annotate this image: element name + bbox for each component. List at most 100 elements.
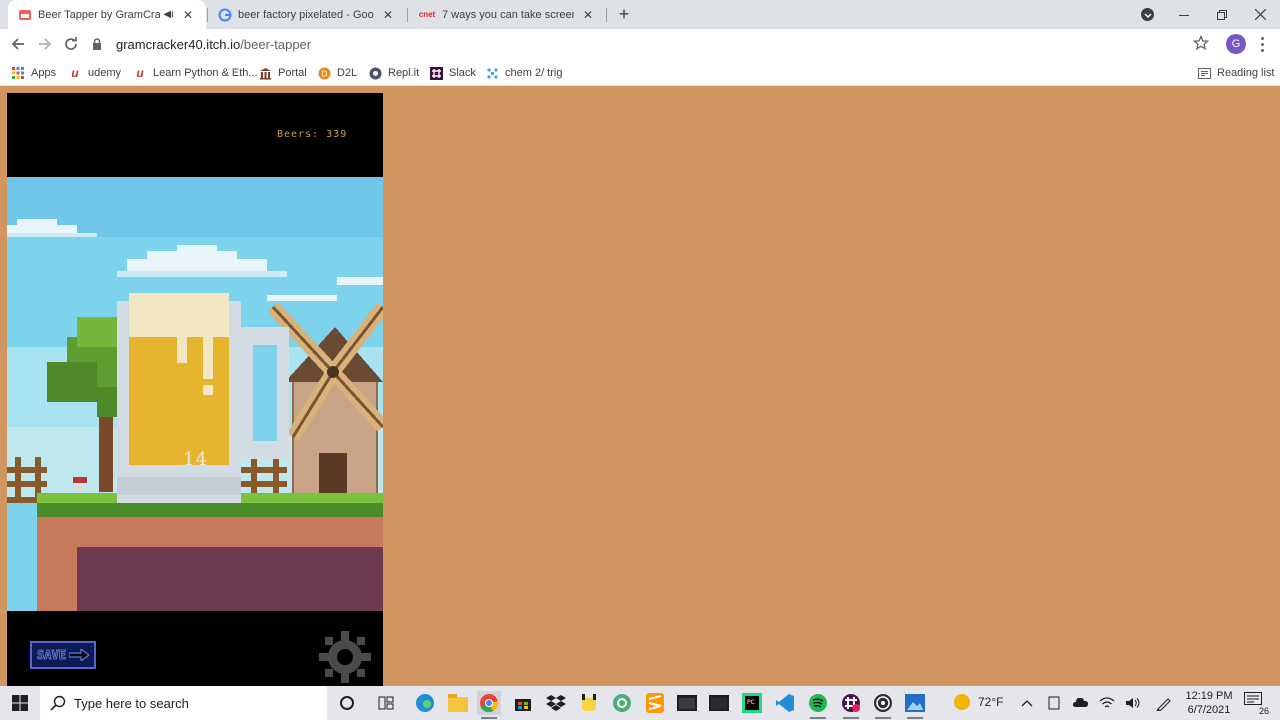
wifi-icon[interactable]: [1098, 694, 1116, 712]
chevron-up-icon[interactable]: [1018, 694, 1036, 712]
speaker-icon[interactable]: ◀ı: [164, 9, 174, 20]
arrow-right-icon: [68, 649, 89, 661]
weather-widget[interactable]: 72°F: [954, 694, 1003, 710]
tab-beer-tapper[interactable]: Beer Tapper by GramCracker ◀ı ✕: [8, 0, 206, 29]
volume-icon[interactable]: [1124, 694, 1142, 712]
bookmark-label: chem 2/ trig: [505, 67, 563, 79]
notification-center-icon[interactable]: 26: [1244, 692, 1270, 716]
minimize-button[interactable]: [1166, 0, 1202, 29]
bookmark-label: Apps: [31, 67, 57, 79]
new-tab-button[interactable]: +: [614, 4, 634, 24]
reading-list-icon: [1197, 66, 1211, 80]
windows-taskbar: Type here to search PC 72°F 12:19 PM 6/7…: [0, 686, 1280, 720]
dropbox-icon[interactable]: [544, 691, 568, 715]
save-label: SAVE: [37, 648, 67, 663]
bookmark-portal[interactable]: Portal: [258, 63, 307, 83]
clock-date: 6/7/2021: [1187, 704, 1231, 716]
udemy-icon: u: [71, 66, 79, 80]
windows-start-button[interactable]: [0, 686, 40, 720]
restore-button[interactable]: [1204, 0, 1240, 29]
clock-time: 12:19 PM: [1185, 690, 1233, 702]
portal-icon: [258, 66, 272, 80]
terminal-icon[interactable]: [675, 691, 699, 715]
spotify-icon[interactable]: [806, 691, 830, 719]
google-icon: [218, 8, 232, 22]
vscode-icon[interactable]: [773, 691, 797, 715]
photos-icon[interactable]: [903, 691, 927, 719]
tab-search-button[interactable]: [1141, 8, 1154, 21]
bookmark-udemy[interactable]: u udemy: [68, 63, 121, 83]
score-number: 14: [183, 449, 208, 470]
weather-temp: 72°F: [978, 695, 1004, 709]
pycharm-icon[interactable]: PC: [740, 691, 764, 715]
cnet-icon: cnet: [418, 10, 436, 19]
bookmark-star-icon[interactable]: [1192, 34, 1211, 53]
tab-title: 7 ways you can take screenshots: [442, 8, 574, 21]
tab-title: Beer Tapper by GramCracker: [38, 8, 160, 21]
bookmark-apps[interactable]: Apps: [11, 63, 56, 83]
sun-icon: [954, 694, 970, 710]
store-icon[interactable]: [511, 691, 535, 715]
slack-icon[interactable]: [839, 691, 863, 719]
bookmark-slack[interactable]: Slack: [429, 63, 476, 83]
chrome-icon[interactable]: [477, 691, 501, 719]
back-button[interactable]: [7, 33, 29, 55]
chrome-menu-icon[interactable]: [1255, 35, 1269, 53]
reload-button[interactable]: [60, 33, 82, 55]
game-canvas[interactable]: Beers: 339 14 SAVE: [7, 93, 383, 686]
close-tab-icon[interactable]: ✕: [380, 7, 396, 23]
svg-text:PC: PC: [747, 699, 755, 706]
bookmark-replit[interactable]: Repl.it: [368, 63, 419, 83]
search-placeholder: Type here to search: [74, 695, 189, 711]
obs-icon[interactable]: [871, 691, 895, 719]
url-path: /beer-tapper: [240, 36, 312, 52]
sublime-icon[interactable]: [643, 691, 667, 715]
beers-counter: Beers: 339: [277, 129, 347, 140]
bookmark-label: udemy: [88, 67, 122, 79]
cortana-icon[interactable]: [335, 691, 359, 715]
search-icon: [50, 695, 66, 711]
address-bar[interactable]: gramcracker40.itch.io/beer-tapper: [90, 32, 1214, 56]
bookmarks-bar: Apps u udemy u Learn Python & Eth... Por…: [0, 59, 1280, 86]
task-view-icon[interactable]: [374, 691, 398, 715]
url-host: gramcracker40.itch.io: [116, 36, 241, 52]
taskbar-clock[interactable]: 12:19 PM 6/7/2021: [1183, 689, 1235, 717]
game-scene[interactable]: [7, 177, 383, 611]
reading-list-label: Reading list: [1217, 67, 1275, 79]
bookmark-learn-python[interactable]: u Learn Python & Eth...: [133, 63, 257, 83]
lock-icon[interactable]: [90, 37, 104, 51]
d2l-icon: D: [317, 66, 331, 80]
onedrive-cloud-icon[interactable]: [1071, 694, 1089, 712]
profile-avatar[interactable]: G: [1226, 34, 1246, 54]
forward-button[interactable]: [34, 33, 56, 55]
tablet-mode-icon[interactable]: [1045, 694, 1063, 712]
file-explorer-icon[interactable]: [446, 691, 470, 715]
pen-ink-icon[interactable]: [1155, 694, 1173, 712]
svg-text:D: D: [321, 69, 327, 78]
reading-list-button[interactable]: Reading list: [1197, 63, 1274, 83]
taskbar-search-input[interactable]: Type here to search: [40, 686, 327, 720]
save-button[interactable]: SAVE: [30, 641, 96, 669]
tab-separator: [606, 8, 607, 22]
gear-icon[interactable]: [319, 631, 371, 683]
openai-icon[interactable]: [610, 691, 634, 715]
slack-icon: [429, 66, 443, 80]
edge-icon[interactable]: [413, 691, 437, 715]
tab-google-search[interactable]: beer factory pixelated - Google S ✕: [208, 0, 406, 29]
apps-grid-icon: [11, 66, 25, 80]
notification-count: 26: [1257, 706, 1270, 716]
browser-tab-strip: Beer Tapper by GramCracker ◀ı ✕ beer fac…: [0, 0, 1280, 29]
bookmark-chem-trig[interactable]: chem 2/ trig: [485, 63, 562, 83]
browser-toolbar: gramcracker40.itch.io/beer-tapper G: [0, 29, 1280, 59]
close-window-button[interactable]: [1242, 0, 1278, 29]
tab-cnet-screenshots[interactable]: cnet 7 ways you can take screenshots ✕: [408, 0, 606, 29]
pikachu-icon[interactable]: [577, 691, 601, 715]
bookmark-label: D2L: [337, 67, 358, 79]
terminal-2-icon[interactable]: [707, 691, 731, 715]
bookmark-d2l[interactable]: D D2L: [317, 63, 357, 83]
replit-icon: [368, 66, 382, 80]
close-tab-icon[interactable]: ✕: [180, 7, 196, 23]
tab-title: beer factory pixelated - Google S: [238, 8, 374, 21]
close-tab-icon[interactable]: ✕: [580, 7, 596, 23]
itchio-icon: [18, 8, 32, 22]
